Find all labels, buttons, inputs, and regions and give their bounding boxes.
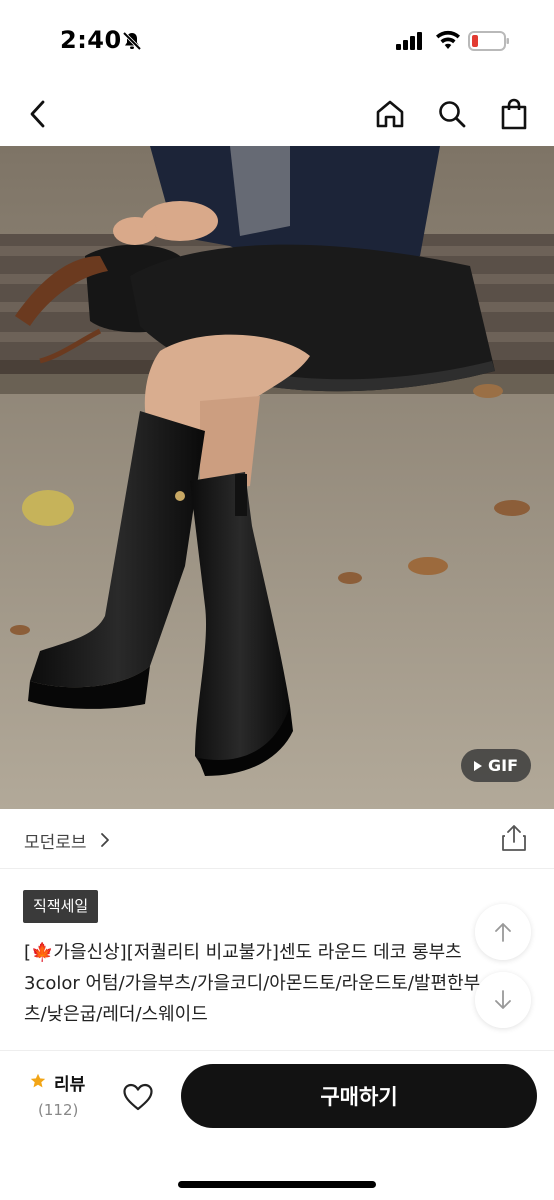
product-image[interactable]: GIF <box>0 146 554 809</box>
status-time: 2:40 <box>60 26 122 54</box>
share-icon[interactable] <box>500 823 528 853</box>
sale-badge: 직잭세일 <box>23 890 99 923</box>
brand-link[interactable]: 모던로브 <box>24 828 87 853</box>
product-title-line: [🍁가을신상][저퀄리티 비교불가]센도 라운드 데코 롱부츠 <box>24 942 462 963</box>
home-indicator <box>178 1181 376 1188</box>
home-button[interactable] <box>370 94 410 134</box>
search-icon <box>439 101 466 128</box>
heart-outline-icon[interactable] <box>122 1082 154 1112</box>
review-count: (112) <box>38 1101 79 1119</box>
gif-label: GIF <box>487 756 518 775</box>
star-icon <box>30 1073 46 1088</box>
search-button[interactable] <box>432 94 472 134</box>
arrow-up-icon <box>495 923 511 942</box>
chevron-right-icon <box>101 833 109 847</box>
product-title-line: 츠/낮은굽/레더/스웨이드 <box>24 1004 208 1025</box>
status-bar: 2:40 <box>0 0 554 80</box>
play-icon <box>473 760 482 771</box>
brand-row: 모던로브 <box>0 809 554 869</box>
back-button[interactable] <box>18 94 58 134</box>
bottom-action-bar: 리뷰 (112) 구매하기 <box>0 1050 554 1200</box>
bell-slash-icon <box>122 31 142 51</box>
arrow-down-icon <box>495 990 511 1009</box>
battery-low-icon <box>468 31 509 51</box>
product-photo <box>0 146 554 809</box>
top-nav-bar <box>0 80 554 146</box>
wifi-icon <box>436 30 460 49</box>
buy-button[interactable]: 구매하기 <box>181 1064 537 1128</box>
shopping-bag-icon <box>501 98 527 130</box>
cart-button[interactable] <box>494 94 534 134</box>
home-icon <box>376 100 404 128</box>
signal-icon <box>396 32 422 50</box>
review-label[interactable]: 리뷰 <box>54 1070 85 1095</box>
scroll-up-button[interactable] <box>475 904 531 960</box>
product-title: [🍁가을신상][저퀄리티 비교불가]센도 라운드 데코 롱부츠 3color 어… <box>24 937 534 1037</box>
gif-badge: GIF <box>461 749 531 782</box>
chevron-left-icon <box>30 100 45 128</box>
scroll-down-button[interactable] <box>475 972 531 1028</box>
product-title-line: 3color 어텀/가을부츠/가을코디/아몬드토/라운드토/발편한부 <box>24 973 481 994</box>
